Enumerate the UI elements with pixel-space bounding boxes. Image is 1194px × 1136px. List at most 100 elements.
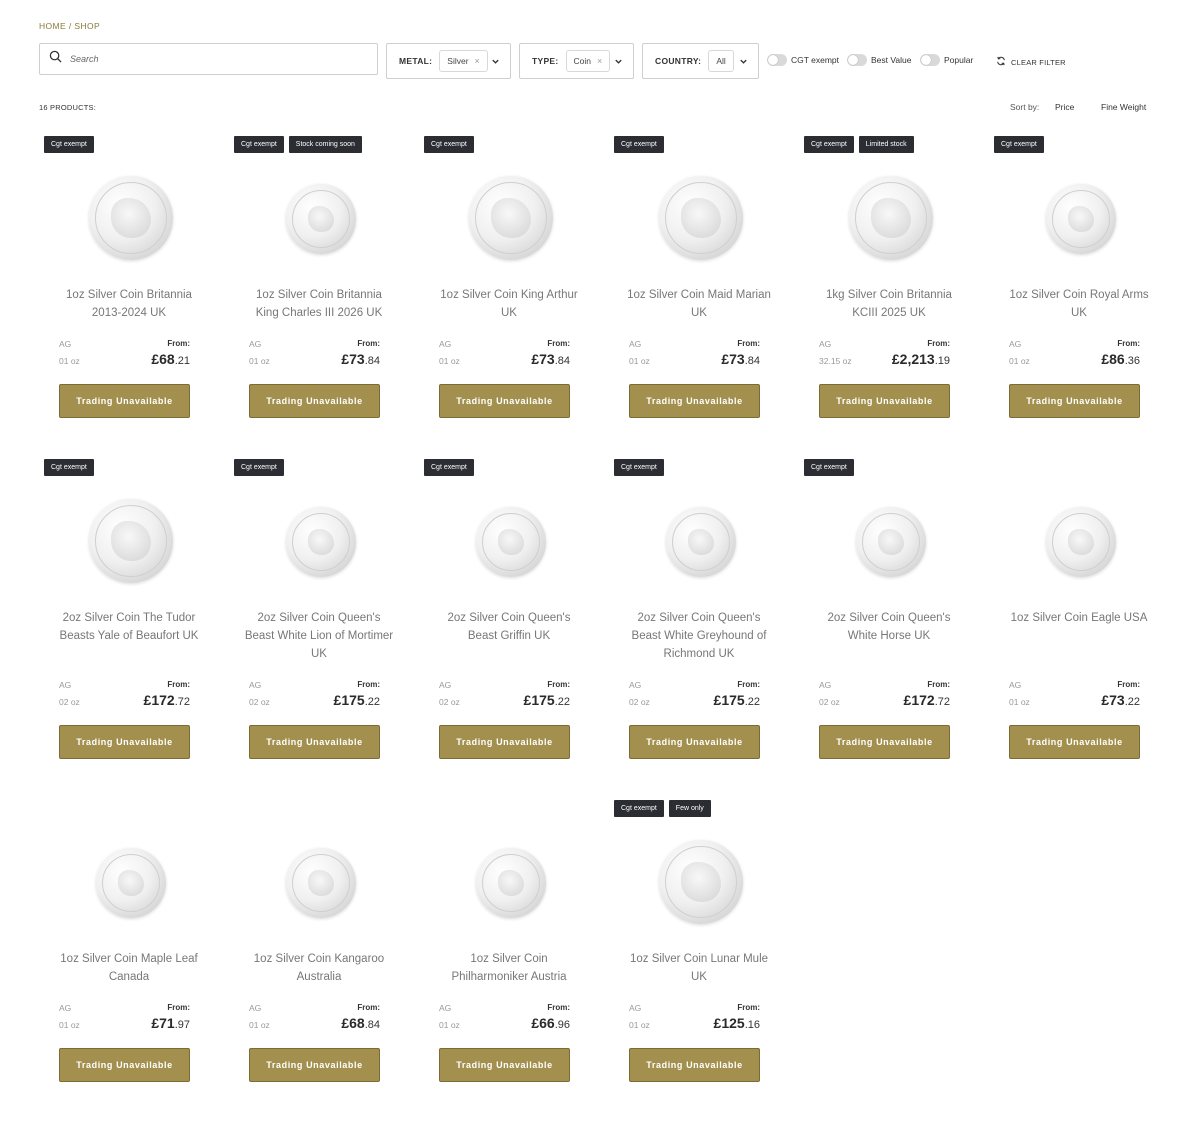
product-name[interactable]: 2oz Silver Coin Queen's White Horse UK (813, 609, 965, 645)
product-image[interactable] (469, 176, 553, 260)
product-card[interactable]: 1oz Silver Coin Philharmoniker Austria AG… (419, 800, 599, 1100)
trading-unavailable-button[interactable]: Trading Unavailable (249, 384, 380, 418)
product-name[interactable]: 2oz Silver Coin The Tudor Beasts Yale of… (53, 609, 205, 645)
product-card[interactable]: Cgt exempt 1oz Silver Coin Royal Arms UK A… (989, 136, 1169, 436)
clear-filter-button[interactable]: CLEAR FILTER (996, 56, 1066, 68)
trading-unavailable-button[interactable]: Trading Unavailable (819, 384, 950, 418)
product-card[interactable]: 1oz Silver Coin Eagle USA AG From: 01 oz £73… (989, 459, 1169, 759)
trading-unavailable-button[interactable]: Trading Unavailable (249, 725, 380, 759)
country-filter-chip[interactable]: All (708, 50, 734, 72)
product-badge: Cgt exempt (234, 459, 284, 476)
product-card[interactable]: Cgt exempt 2oz Silver Coin Queen's White … (799, 459, 979, 759)
cgt-exempt-toggle[interactable]: CGT exempt (767, 54, 839, 66)
product-name[interactable]: 1oz Silver Coin Britannia King Charles I… (243, 286, 395, 322)
product-name[interactable]: 1oz Silver Coin Maple Leaf Canada (53, 950, 205, 986)
sort-price-option[interactable]: Price (1055, 102, 1074, 112)
breadcrumb[interactable]: HOME / SHOP (39, 21, 100, 31)
type-filter[interactable]: TYPE: Coin × (519, 43, 634, 79)
product-name[interactable]: 2oz Silver Coin Queen's Beast White Grey… (623, 609, 775, 663)
product-image[interactable] (659, 176, 743, 260)
metal-filter-chip[interactable]: Silver × (439, 50, 488, 72)
chevron-down-icon[interactable] (613, 56, 623, 66)
from-label: From: (357, 339, 380, 348)
sort-fine-weight-option[interactable]: Fine Weight (1101, 102, 1146, 112)
type-filter-chip[interactable]: Coin × (565, 50, 611, 72)
toggle-switch[interactable] (847, 54, 867, 66)
product-image[interactable] (286, 848, 356, 918)
search-input[interactable] (70, 54, 350, 64)
product-image[interactable] (89, 176, 173, 260)
search-box[interactable] (39, 43, 378, 75)
product-name[interactable]: 1oz Silver Coin Philharmoniker Austria (433, 950, 585, 986)
trading-unavailable-button[interactable]: Trading Unavailable (629, 384, 760, 418)
product-image[interactable] (666, 507, 736, 577)
trading-unavailable-button[interactable]: Trading Unavailable (629, 1048, 760, 1082)
product-badge: Cgt exempt (424, 459, 474, 476)
trading-unavailable-button[interactable]: Trading Unavailable (1009, 725, 1140, 759)
trading-unavailable-button[interactable]: Trading Unavailable (59, 725, 190, 759)
product-name[interactable]: 1oz Silver Coin King Arthur UK (433, 286, 585, 322)
best-value-toggle[interactable]: Best Value (847, 54, 911, 66)
product-name[interactable]: 1oz Silver Coin Kangaroo Australia (243, 950, 395, 986)
product-card[interactable]: Cgt exempt Few only 1oz Silver Coin Lunar … (609, 800, 789, 1100)
product-name[interactable]: 1kg Silver Coin Britannia KCIII 2025 UK (813, 286, 965, 322)
product-image[interactable] (476, 848, 546, 918)
product-name[interactable]: 1oz Silver Coin Eagle USA (1003, 609, 1155, 627)
product-card[interactable]: Cgt exempt Stock coming soon 1oz Silver Co… (229, 136, 409, 436)
product-badge: Limited stock (858, 136, 914, 153)
product-image[interactable] (89, 499, 173, 583)
product-card[interactable]: Cgt exempt 1oz Silver Coin Britannia 2013… (39, 136, 219, 436)
chevron-down-icon[interactable] (738, 56, 748, 66)
product-price: £2,213.19 (892, 351, 950, 367)
product-image[interactable] (849, 176, 933, 260)
fine-weight: 01 oz (59, 1020, 80, 1030)
trading-unavailable-button[interactable]: Trading Unavailable (819, 725, 950, 759)
product-image[interactable] (476, 507, 546, 577)
product-image[interactable] (1046, 507, 1116, 577)
remove-chip-icon[interactable]: × (475, 56, 480, 66)
trading-unavailable-button[interactable]: Trading Unavailable (59, 1048, 190, 1082)
trading-unavailable-button[interactable]: Trading Unavailable (1009, 384, 1140, 418)
toggle-switch[interactable] (920, 54, 940, 66)
product-image[interactable] (286, 507, 356, 577)
product-card[interactable]: 1oz Silver Coin Maple Leaf Canada AG From:… (39, 800, 219, 1100)
trading-unavailable-button[interactable]: Trading Unavailable (439, 384, 570, 418)
product-card[interactable]: Cgt exempt Limited stock 1kg Silver Coin B… (799, 136, 979, 436)
trading-unavailable-button[interactable]: Trading Unavailable (439, 1048, 570, 1082)
product-name[interactable]: 2oz Silver Coin Queen's Beast Griffin UK (433, 609, 585, 645)
product-image[interactable] (856, 507, 926, 577)
trading-unavailable-button[interactable]: Trading Unavailable (249, 1048, 380, 1082)
product-price: £73.84 (341, 351, 380, 367)
toggle-switch[interactable] (767, 54, 787, 66)
trading-unavailable-button[interactable]: Trading Unavailable (629, 725, 760, 759)
product-name[interactable]: 1oz Silver Coin Britannia 2013-2024 UK (53, 286, 205, 322)
product-card[interactable]: Cgt exempt 1oz Silver Coin King Arthur UK… (419, 136, 599, 436)
product-image[interactable] (96, 848, 166, 918)
product-card[interactable]: Cgt exempt 2oz Silver Coin Queen's Beast … (229, 459, 409, 759)
product-badge: Cgt exempt (614, 459, 664, 476)
product-card[interactable]: Cgt exempt 1oz Silver Coin Maid Marian UK… (609, 136, 789, 436)
product-card[interactable]: Cgt exempt 2oz Silver Coin Queen's Beast … (609, 459, 789, 759)
country-filter[interactable]: COUNTRY: All (642, 43, 759, 79)
product-name[interactable]: 1oz Silver Coin Maid Marian UK (623, 286, 775, 322)
trading-unavailable-button[interactable]: Trading Unavailable (439, 725, 570, 759)
product-image[interactable] (659, 840, 743, 924)
remove-chip-icon[interactable]: × (597, 56, 602, 66)
product-price: £175.22 (714, 692, 760, 708)
product-price: £73.84 (531, 351, 570, 367)
from-label: From: (927, 680, 950, 689)
trading-unavailable-button[interactable]: Trading Unavailable (59, 384, 190, 418)
metal-filter[interactable]: METAL: Silver × (386, 43, 511, 79)
fine-weight: 02 oz (819, 697, 840, 707)
product-image[interactable] (1046, 184, 1116, 254)
product-card[interactable]: Cgt exempt 2oz Silver Coin The Tudor Beas… (39, 459, 219, 759)
product-name[interactable]: 2oz Silver Coin Queen's Beast White Lion… (243, 609, 395, 663)
chevron-down-icon[interactable] (490, 56, 500, 66)
popular-toggle[interactable]: Popular (920, 54, 973, 66)
product-card[interactable]: Cgt exempt 2oz Silver Coin Queen's Beast … (419, 459, 599, 759)
product-name[interactable]: 1oz Silver Coin Lunar Mule UK (623, 950, 775, 986)
metal-code: AG (629, 339, 642, 349)
product-name[interactable]: 1oz Silver Coin Royal Arms UK (1003, 286, 1155, 322)
product-image[interactable] (286, 184, 356, 254)
product-card[interactable]: 1oz Silver Coin Kangaroo Australia AG From… (229, 800, 409, 1100)
